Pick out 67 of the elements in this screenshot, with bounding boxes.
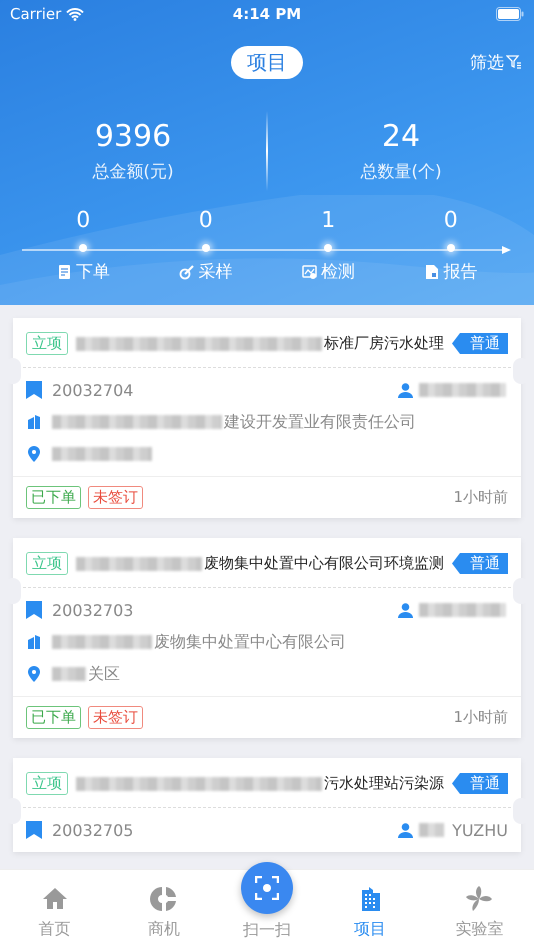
step-dot — [446, 244, 455, 252]
stat-value: 9396 — [94, 119, 172, 154]
project-number: 20032704 — [52, 380, 134, 400]
step-label[interactable]: 下单 — [56, 260, 110, 283]
status-time: 4:14 PM — [232, 5, 302, 23]
page-title: 项目 — [231, 46, 303, 78]
stat-value: 24 — [382, 119, 420, 154]
scan-icon — [255, 876, 279, 900]
stage-tag: 立项 — [26, 332, 68, 355]
step-icon — [302, 264, 317, 280]
stat-label: 总数量(个) — [360, 161, 442, 183]
building-icon — [26, 634, 42, 650]
filter-icon — [506, 54, 522, 70]
stat-label: 总金额(元) — [92, 161, 174, 183]
step-count: 0 — [198, 208, 213, 235]
status-tag: 已下单 — [26, 486, 81, 509]
step-label[interactable]: 采样 — [179, 260, 232, 283]
location-icon — [26, 666, 42, 682]
step-icon — [56, 264, 72, 280]
step-count: 1 — [321, 208, 336, 235]
tab-item[interactable]: 首页 — [0, 870, 110, 950]
project-title: 废物集中处置中心有限公司环境监测 — [204, 554, 444, 573]
bookmark-icon — [26, 601, 42, 619]
status-tag: 未签订 — [88, 706, 143, 729]
owner-name: YUZHU — [452, 820, 508, 840]
step-icon — [424, 264, 440, 280]
priority-tag: 普通 — [452, 773, 508, 794]
tab-item[interactable]: 项目 — [316, 870, 425, 950]
priority-tag: 普通 — [452, 553, 508, 574]
step-count: 0 — [76, 208, 90, 235]
battery-icon — [496, 7, 524, 21]
person-icon — [398, 602, 413, 618]
person-icon — [398, 822, 413, 838]
step-dot — [79, 244, 88, 252]
stage-tag: 立项 — [26, 772, 68, 795]
priority-tag: 普通 — [452, 333, 508, 354]
tab-item[interactable]: 实验室 — [424, 870, 534, 950]
location-name: 关区 — [88, 664, 120, 684]
person-icon — [398, 382, 413, 398]
status-tag: 未签订 — [88, 486, 143, 509]
filter-button[interactable]: 筛选 — [470, 50, 522, 74]
stage-tag: 立项 — [26, 552, 68, 575]
project-title: 标准厂房污水处理 — [324, 334, 444, 353]
project-title: 污水处理站污染源 — [324, 774, 444, 793]
project-number: 20032705 — [52, 820, 134, 840]
step-label[interactable]: 报告 — [424, 260, 478, 283]
wifi-icon — [66, 8, 84, 20]
carrier-label: Carrier — [10, 5, 62, 23]
chance-icon — [150, 885, 178, 913]
step-count: 0 — [444, 208, 458, 235]
step-dot — [324, 244, 332, 252]
bookmark-icon — [26, 821, 42, 839]
lab-icon — [465, 885, 494, 913]
location-icon — [26, 446, 42, 462]
company-name: 废物集中处置中心有限公司 — [154, 632, 346, 652]
tab-item[interactable]: 商机 — [109, 870, 218, 950]
project-number: 20032703 — [52, 600, 134, 620]
step-label[interactable]: 检测 — [302, 260, 355, 283]
company-name: 建设开发置业有限责任公司 — [224, 412, 416, 432]
status-tag: 已下单 — [26, 706, 81, 729]
step-icon — [179, 264, 194, 280]
tab-item[interactable]: 扫一扫 — [243, 920, 291, 940]
time-ago: 1小时前 — [453, 708, 508, 727]
time-ago: 1小时前 — [453, 488, 508, 507]
step-dot — [202, 244, 210, 252]
bookmark-icon — [26, 381, 42, 399]
building-icon — [26, 414, 42, 430]
